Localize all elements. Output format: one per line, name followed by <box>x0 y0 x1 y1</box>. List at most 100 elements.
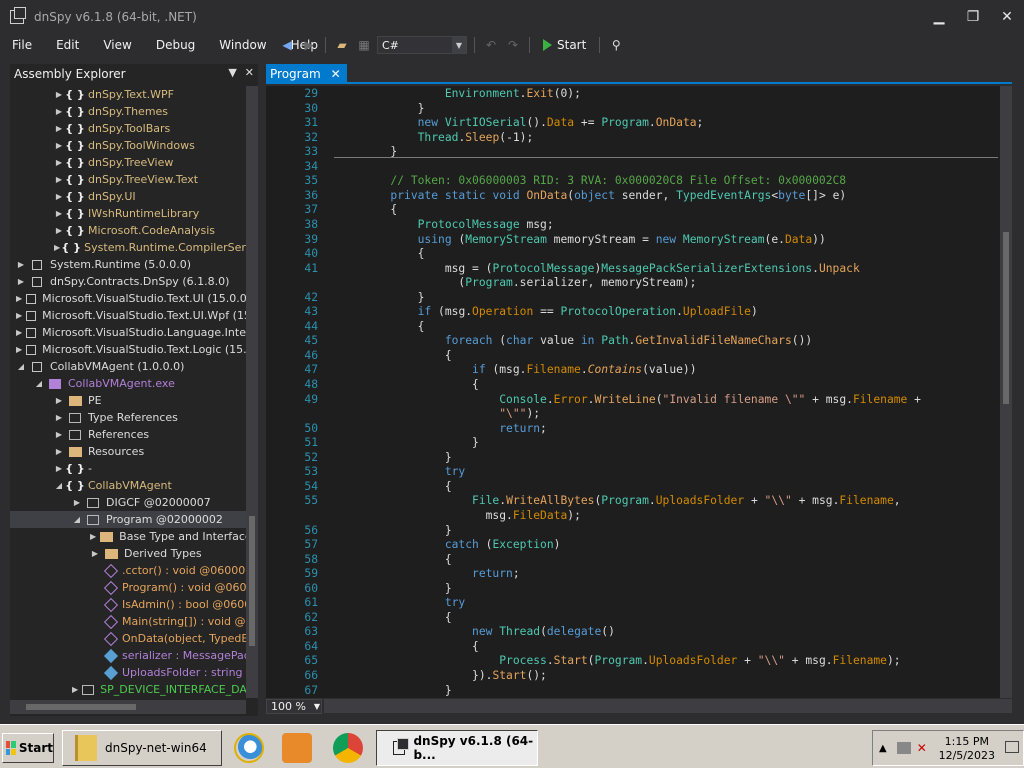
save-all-icon[interactable]: ▦ <box>355 36 373 54</box>
code-line[interactable]: 37 { <box>266 203 1000 218</box>
menu-edit[interactable]: Edit <box>44 38 91 52</box>
expand-arrow-icon[interactable]: ▶ <box>72 685 78 694</box>
expand-arrow-icon[interactable]: ▶ <box>16 294 22 303</box>
tree-item[interactable]: ▶ Microsoft.VisualStudio.Language.Intelli… <box>10 324 246 341</box>
tree-item[interactable]: UploadsFolder : string @04000002 <box>10 664 246 681</box>
show-desktop-icon[interactable] <box>1005 741 1019 753</box>
code-line[interactable]: 51 } <box>266 436 1000 451</box>
chrome-icon[interactable] <box>333 733 363 763</box>
code-line[interactable]: 43 if (msg.Operation == ProtocolOperatio… <box>266 305 1000 320</box>
tree-item[interactable]: ▶ Microsoft.VisualStudio.Text.UI (15.0.0.… <box>10 290 246 307</box>
explorer-vertical-scrollbar[interactable] <box>246 86 258 698</box>
code-line[interactable]: 66 }).Start(); <box>266 669 1000 684</box>
tree-item[interactable]: ◢ CollabVMAgent.exe <box>10 375 246 392</box>
code-line[interactable]: 54 { <box>266 480 1000 495</box>
start-debug-button[interactable]: Start <box>537 38 592 52</box>
explorer-horizontal-scrollbar[interactable] <box>10 700 246 714</box>
expand-arrow-icon[interactable]: ▶ <box>16 260 26 269</box>
code-line[interactable]: 40 { <box>266 247 1000 262</box>
assembly-tree[interactable]: ▶{ } dnSpy.Text.WPF ▶{ } dnSpy.Themes ▶{ } dn… <box>10 86 246 698</box>
code-line[interactable]: 33 } <box>266 145 1000 160</box>
expand-arrow-icon[interactable]: ▶ <box>90 532 96 541</box>
tree-item[interactable]: ▶{ } dnSpy.TreeView <box>10 154 246 171</box>
tree-item[interactable]: ▶ Resources <box>10 443 246 460</box>
tree-item[interactable]: ▶ Base Type and Interfaces <box>10 528 246 545</box>
minimize-button[interactable]: ▁ <box>922 0 956 34</box>
code-line[interactable]: 56 } <box>266 524 1000 539</box>
tab-program[interactable]: Program ✕ <box>266 64 347 84</box>
code-line[interactable]: msg.FileData); <box>266 509 1000 524</box>
panel-menu-icon[interactable]: ▼ <box>228 66 236 79</box>
code-line[interactable]: (Program.serializer, memoryStream); <box>266 276 1000 291</box>
taskbar-item-explorer-folder[interactable]: dnSpy-net-win64 <box>62 730 222 766</box>
tray-expand-icon[interactable]: ▲ <box>879 743 887 754</box>
code-line[interactable]: 65 Process.Start(Program.UploadsFolder +… <box>266 654 1000 669</box>
menu-view[interactable]: View <box>91 38 143 52</box>
expand-arrow-icon[interactable]: ▶ <box>54 447 64 456</box>
code-line[interactable]: 36 private static void OnData(object sen… <box>266 189 1000 204</box>
scrollbar-thumb[interactable] <box>26 704 136 710</box>
code-line[interactable]: 60 } <box>266 582 1000 597</box>
tree-item[interactable]: ▶ Type References <box>10 409 246 426</box>
tree-item[interactable]: ▶{ } - <box>10 460 246 477</box>
tree-item[interactable]: Program() : void @06000005 <box>10 579 246 596</box>
tree-item[interactable]: serializer : MessagePackSerializerOption… <box>10 647 246 664</box>
code-line[interactable]: 57 catch (Exception) <box>266 538 1000 553</box>
editor-horizontal-scrollbar[interactable] <box>324 699 1012 713</box>
code-line[interactable]: 38 ProtocolMessage msg; <box>266 218 1000 233</box>
back-icon[interactable]: ◀ <box>278 36 296 54</box>
close-button[interactable]: ✕ <box>990 0 1024 34</box>
taskbar-item-dnspy[interactable]: dnSpy v6.1.8 (64-b... <box>376 730 538 766</box>
tree-item[interactable]: ▶{ } dnSpy.TreeView.Text <box>10 171 246 188</box>
tree-item[interactable]: ▶ dnSpy.Contracts.DnSpy (6.1.8.0) <box>10 273 246 290</box>
tree-item[interactable]: ▶{ } IWshRuntimeLibrary <box>10 205 246 222</box>
code-line[interactable]: 67 } <box>266 684 1000 698</box>
code-line[interactable]: 31 new VirtIOSerial().Data += Program.On… <box>266 116 1000 131</box>
expanded-arrow-icon[interactable]: ◢ <box>72 515 82 524</box>
code-line[interactable]: 34 <box>266 160 1000 175</box>
tree-item[interactable]: Main(string[]) : void @06000001 <box>10 613 246 630</box>
expand-arrow-icon[interactable]: ▶ <box>54 90 64 99</box>
expand-arrow-icon[interactable]: ▶ <box>54 192 64 201</box>
start-button[interactable]: Start <box>2 733 54 763</box>
tree-item[interactable]: ▶ System.Runtime (5.0.0.0) <box>10 256 246 273</box>
code-line[interactable]: 50 return; <box>266 422 1000 437</box>
expanded-arrow-icon[interactable]: ◢ <box>34 379 44 388</box>
open-folder-icon[interactable]: ▰ <box>333 36 351 54</box>
code-line[interactable]: 42 } <box>266 291 1000 306</box>
code-line[interactable]: 63 new Thread(delegate() <box>266 625 1000 640</box>
expand-arrow-icon[interactable]: ▶ <box>16 328 22 337</box>
tree-item[interactable]: ▶ PE <box>10 392 246 409</box>
tree-item[interactable]: OnData(object, TypedEventArgs<byte[]>) <box>10 630 246 647</box>
tree-item[interactable]: .cctor() : void @06000006 <box>10 562 246 579</box>
code-line[interactable]: 44 { <box>266 320 1000 335</box>
code-line[interactable]: 46 { <box>266 349 1000 364</box>
search-icon[interactable]: ⚲ <box>607 36 625 54</box>
code-line[interactable]: 45 foreach (char value in Path.GetInvali… <box>266 334 1000 349</box>
code-line[interactable]: 59 return; <box>266 567 1000 582</box>
expand-arrow-icon[interactable]: ▶ <box>54 107 64 116</box>
tree-item[interactable]: ▶{ } dnSpy.ToolWindows <box>10 137 246 154</box>
tree-item[interactable]: ▶ DIGCF @02000007 <box>10 494 246 511</box>
tree-item[interactable]: ▶ References <box>10 426 246 443</box>
tree-item[interactable]: ▶ Microsoft.VisualStudio.Text.UI.Wpf (15.… <box>10 307 246 324</box>
code-line[interactable]: 52 } <box>266 451 1000 466</box>
code-line[interactable]: 29 Environment.Exit(0); <box>266 87 1000 102</box>
expanded-arrow-icon[interactable]: ◢ <box>54 481 64 490</box>
code-line[interactable]: 62 { <box>266 611 1000 626</box>
menu-window[interactable]: Window <box>207 38 278 52</box>
code-line[interactable]: 49 Console.Error.WriteLine("Invalid file… <box>266 393 1000 408</box>
code-line[interactable]: 48 { <box>266 378 1000 393</box>
expand-arrow-icon[interactable]: ▶ <box>16 277 26 286</box>
code-line[interactable]: 64 { <box>266 640 1000 655</box>
expand-arrow-icon[interactable]: ▶ <box>54 226 64 235</box>
menu-file[interactable]: File <box>0 38 44 52</box>
code-editor[interactable]: 29 Environment.Exit(0); 30 } 31 new VirtIO… <box>266 86 1012 698</box>
zoom-select[interactable]: 100 % ▼ <box>266 698 322 714</box>
code-line[interactable]: 39 using (MemoryStream memoryStream = ne… <box>266 233 1000 248</box>
expand-arrow-icon[interactable]: ▶ <box>54 141 64 150</box>
close-icon[interactable]: ✕ <box>331 67 341 81</box>
tree-item[interactable]: ◢ CollabVMAgent (1.0.0.0) <box>10 358 246 375</box>
expand-arrow-icon[interactable]: ▶ <box>54 209 64 218</box>
tree-item[interactable]: ▶{ } dnSpy.UI <box>10 188 246 205</box>
